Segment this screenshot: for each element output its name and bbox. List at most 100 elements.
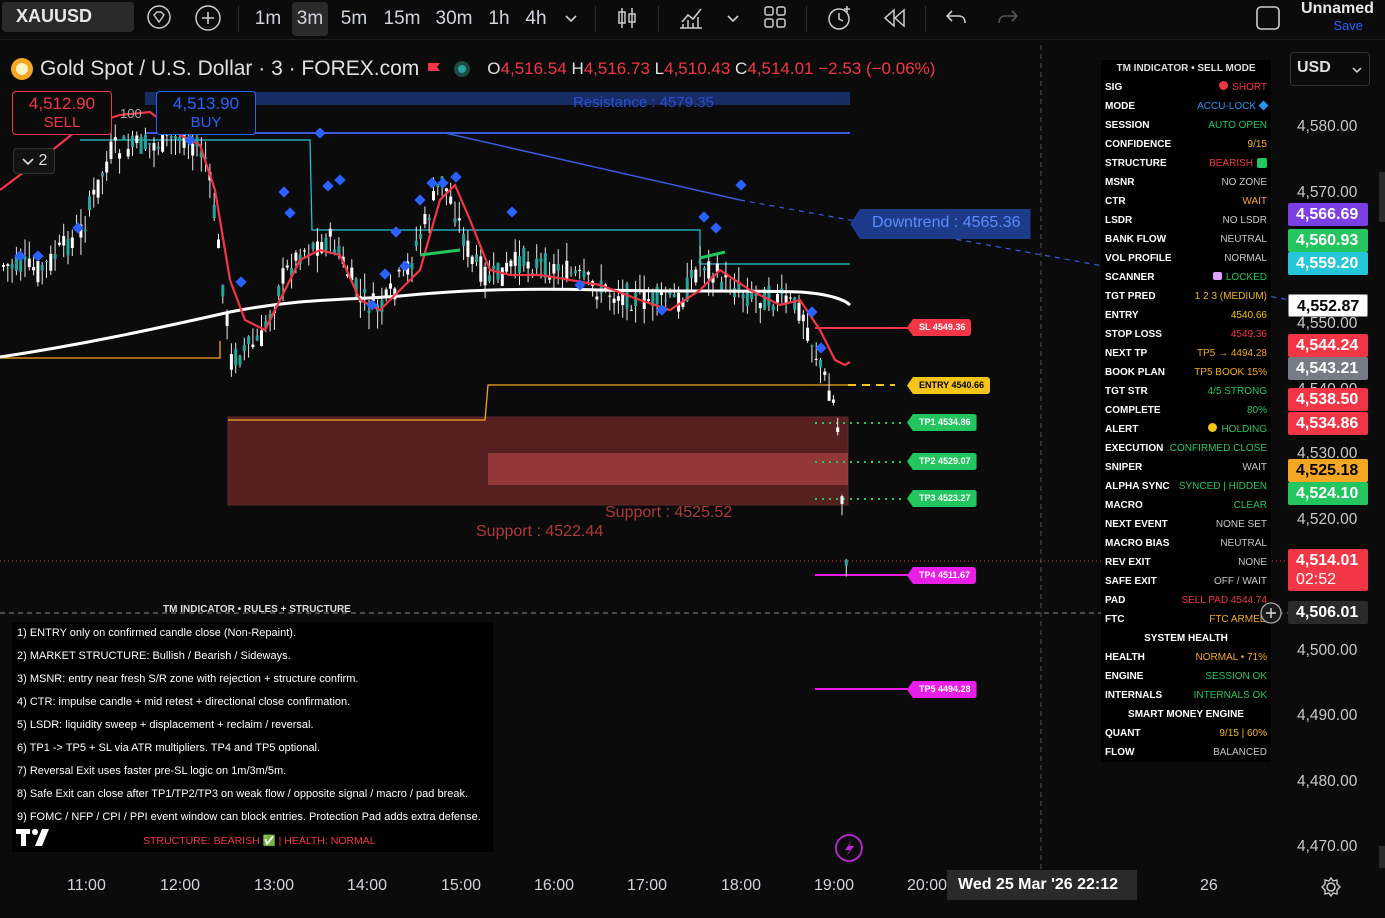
tm-row-value-text: SESSION OK bbox=[1205, 671, 1267, 682]
signal-diamond bbox=[379, 268, 391, 280]
timeframe-4h[interactable]: 4h bbox=[520, 2, 552, 36]
flag-icon[interactable] bbox=[425, 60, 443, 78]
tradingview-logo[interactable] bbox=[16, 826, 60, 855]
price-tag-value: 4,514.01 bbox=[1296, 552, 1359, 569]
candle-body bbox=[797, 302, 801, 321]
add-alert-plus-icon[interactable] bbox=[1260, 602, 1282, 624]
tm-row-value: 4549.36 bbox=[1231, 325, 1267, 344]
tm-row-key: MODE bbox=[1105, 101, 1135, 112]
buy-button[interactable]: 4,513.90 BUY bbox=[156, 91, 256, 135]
candle-body bbox=[135, 135, 139, 144]
tm-row-value-text: CONFIRMED CLOSE bbox=[1169, 443, 1267, 454]
price-tag: 4,524.10 bbox=[1288, 482, 1368, 505]
signal-diamond bbox=[450, 171, 462, 183]
tm-row-key: HEALTH bbox=[1105, 652, 1145, 663]
rules-footer: STRUCTURE: BEARISH ✅ | HEALTH: NORMAL bbox=[143, 835, 376, 847]
timeframe-5m[interactable]: 5m bbox=[336, 2, 372, 36]
timeframe-15m[interactable]: 15m bbox=[380, 2, 424, 36]
alert-clock-icon[interactable] bbox=[825, 3, 855, 33]
tm-row-execution: EXECUTION CONFIRMED CLOSE bbox=[1101, 439, 1271, 458]
tm-row-value-text: BALANCED bbox=[1213, 747, 1267, 758]
fullscreen-box-icon[interactable] bbox=[1254, 4, 1282, 32]
tm-row-value-text: NORMAL • 71% bbox=[1195, 652, 1267, 663]
tm-row-complete: COMPLETE 80% bbox=[1101, 401, 1271, 420]
redo-icon[interactable] bbox=[995, 5, 1021, 31]
tm-row-key: MSNR bbox=[1105, 177, 1135, 188]
tm-row-msnr: MSNR NO ZONE bbox=[1101, 173, 1271, 192]
rule-item: 4) CTR: impulse candle + mid retest + di… bbox=[17, 696, 351, 708]
undo-icon[interactable] bbox=[943, 5, 969, 31]
add-symbol-icon[interactable] bbox=[194, 4, 222, 32]
candle-body bbox=[595, 296, 599, 300]
candle-body bbox=[397, 269, 401, 272]
currency-select[interactable]: USD bbox=[1290, 52, 1370, 86]
candle-body bbox=[565, 260, 569, 281]
chevron-down-icon[interactable] bbox=[725, 10, 741, 26]
timeframe-1m[interactable]: 1m bbox=[252, 2, 284, 36]
time-label: 12:00 bbox=[160, 877, 201, 894]
candle-body bbox=[414, 240, 418, 247]
candle-body bbox=[225, 313, 229, 326]
candle-body bbox=[745, 292, 749, 307]
gold-coin-icon bbox=[11, 58, 33, 80]
candle-body bbox=[156, 146, 160, 149]
timeframe-3m[interactable]: 3m bbox=[292, 2, 328, 36]
tm-row-value: 4540.66 bbox=[1231, 306, 1267, 325]
candle-body bbox=[694, 269, 698, 283]
signal-diamond bbox=[414, 194, 426, 206]
settings-gear-icon[interactable] bbox=[1320, 876, 1342, 898]
tm-row-value-text: SYNCED | HIDDEN bbox=[1178, 481, 1267, 492]
sell-label: SELL bbox=[43, 114, 81, 131]
candle-body bbox=[212, 204, 216, 219]
candle-body bbox=[229, 354, 233, 370]
price-tag: 4,525.18 bbox=[1288, 459, 1368, 482]
signal-diamond bbox=[334, 174, 346, 186]
indicator-count: 2 bbox=[38, 152, 48, 169]
tm-row-stop-loss: STOP LOSS 4549.36 bbox=[1101, 325, 1271, 344]
save-button[interactable]: Save bbox=[1333, 18, 1363, 33]
symbol-search-button[interactable]: XAUUSD bbox=[2, 2, 171, 32]
candle-body bbox=[479, 256, 483, 282]
scale-edge-tab bbox=[1379, 846, 1385, 868]
tm-row-value-text: 1 2 3 (MEDIUM) bbox=[1194, 291, 1267, 302]
tm-row-next-tp: NEXT TP TP5 → 4494.28 bbox=[1101, 344, 1271, 363]
timeframe-30m[interactable]: 30m bbox=[432, 2, 476, 36]
signal-diamond bbox=[390, 226, 402, 238]
collapse-indicators-button[interactable]: 2 bbox=[13, 148, 55, 174]
signal-diamond bbox=[322, 180, 334, 192]
tm-row-value-text: HOLDING bbox=[1221, 424, 1267, 435]
candle-body bbox=[427, 217, 431, 221]
tm-row-value-text: NONE SET bbox=[1215, 519, 1267, 530]
tm-row-value: CLEAR bbox=[1234, 496, 1267, 515]
diamond-icon[interactable] bbox=[146, 4, 172, 30]
candle-body bbox=[255, 335, 259, 341]
high-value: 4,516.73 bbox=[583, 59, 650, 78]
indicators-icon[interactable] bbox=[677, 4, 705, 32]
candle-body bbox=[191, 143, 195, 156]
timeframe-1h[interactable]: 1h bbox=[484, 2, 514, 36]
time-label-next-day: 26 bbox=[1200, 877, 1218, 894]
tm-row-value: AUTO OPEN bbox=[1208, 116, 1267, 135]
tm-row-key: FLOW bbox=[1105, 747, 1135, 758]
layout-name[interactable]: Unnamed bbox=[1290, 0, 1385, 18]
candle-body bbox=[539, 258, 543, 262]
tp2-tag: TP2 4529.07 bbox=[907, 453, 977, 470]
layouts-icon[interactable] bbox=[762, 4, 788, 30]
candles-icon[interactable] bbox=[614, 5, 640, 31]
chevron-down-icon[interactable] bbox=[563, 10, 579, 26]
candle-body bbox=[281, 268, 285, 284]
candle-body bbox=[578, 269, 582, 271]
diamond-icon bbox=[1258, 100, 1269, 111]
candle-body bbox=[436, 184, 440, 188]
tm-row-structure: STRUCTURE BEARISH bbox=[1101, 154, 1271, 173]
tm-row-key: PAD bbox=[1105, 595, 1126, 606]
candle-body bbox=[363, 288, 367, 293]
tm-row-value: TP5 BOOK 15% bbox=[1194, 363, 1267, 382]
replay-icon[interactable] bbox=[880, 5, 908, 31]
orange-level-left bbox=[0, 341, 221, 359]
time-label: 19:00 bbox=[814, 877, 855, 894]
tm-row-value: NO LSDR bbox=[1223, 211, 1267, 230]
symbol-title: Gold Spot / U.S. Dollar · 3 · FOREX.com bbox=[40, 57, 420, 80]
candle-body bbox=[492, 265, 496, 270]
sell-button[interactable]: 4,512.90 SELL bbox=[12, 91, 112, 135]
